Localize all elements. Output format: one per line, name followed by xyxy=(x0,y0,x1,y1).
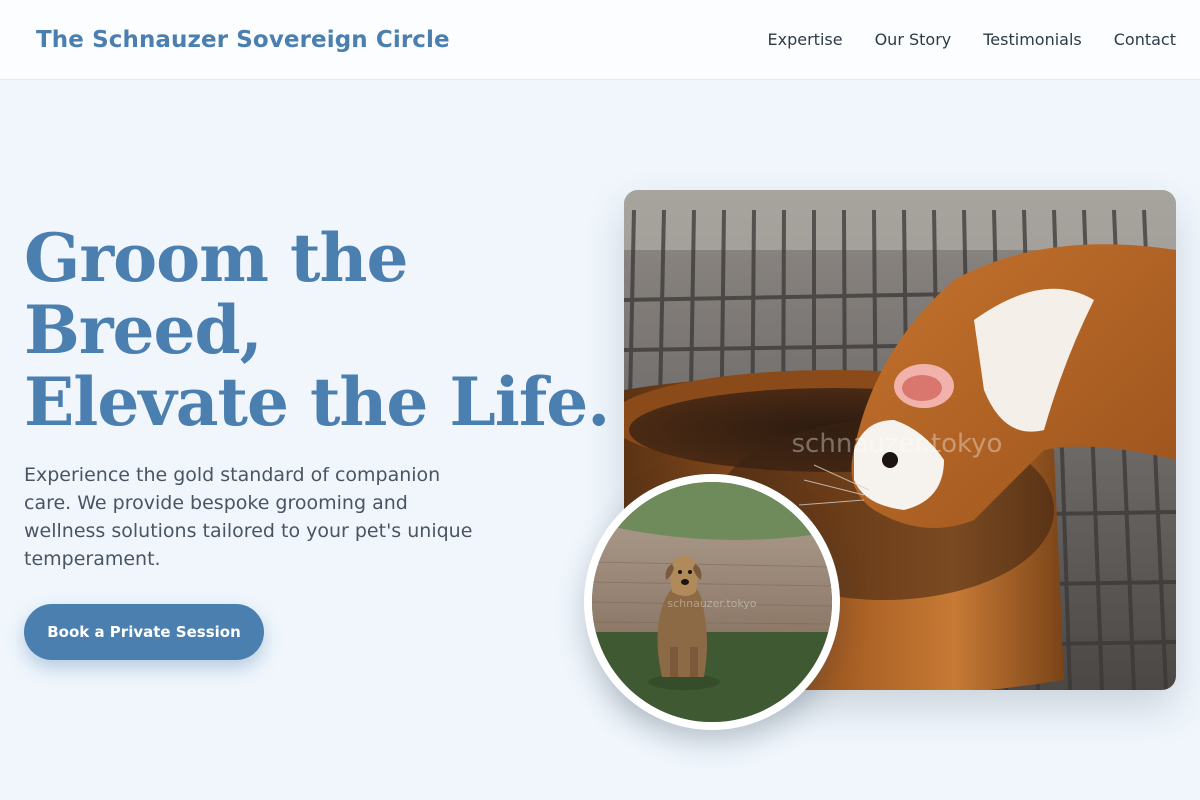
hero-title: Groom the Breed, Elevate the Life. xyxy=(24,219,610,441)
hero-title-line: Groom the xyxy=(24,219,408,297)
main-nav: Expertise Our Story Testimonials Contact xyxy=(768,30,1176,49)
dog-photo: schnauzer.tokyo xyxy=(584,474,840,730)
nav-link-our-story[interactable]: Our Story xyxy=(875,30,952,49)
site-header: The Schnauzer Sovereign Circle Expertise… xyxy=(0,0,1200,80)
nav-link-expertise[interactable]: Expertise xyxy=(768,30,843,49)
dog-illustration: schnauzer.tokyo xyxy=(592,482,832,722)
book-session-button[interactable]: Book a Private Session xyxy=(24,604,264,660)
brand-logo[interactable]: The Schnauzer Sovereign Circle xyxy=(36,27,450,53)
main-photo-watermark: schnauzer.tokyo xyxy=(792,429,1003,459)
nav-link-testimonials[interactable]: Testimonials xyxy=(983,30,1082,49)
inset-photo-watermark: schnauzer.tokyo xyxy=(667,597,757,610)
nav-link-contact[interactable]: Contact xyxy=(1114,30,1176,49)
hero-title-line: Breed, xyxy=(24,291,263,369)
hero-description: Experience the gold standard of companio… xyxy=(24,464,473,570)
hero-title-line: Elevate the Life. xyxy=(24,363,610,441)
